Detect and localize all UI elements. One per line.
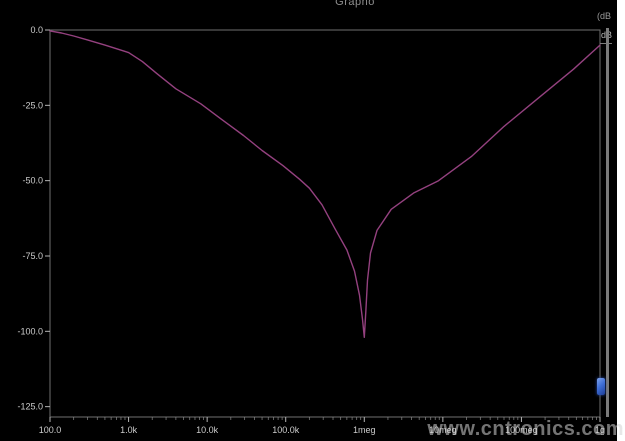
y-axis-label: -75.0 <box>22 251 43 261</box>
gain-curve <box>50 31 600 337</box>
x-axis-label: 10.0k <box>196 425 219 435</box>
page: Grapho 0.0-25.0-50.0-75.0-100.0-125.0100… <box>0 0 625 441</box>
y-axis-label: -100.0 <box>17 326 43 336</box>
y-axis-label: -125.0 <box>17 402 43 412</box>
x-axis-label: 100.0k <box>272 425 300 435</box>
x-axis-label: 1meg <box>353 425 376 435</box>
notch-response-plot: 0.0 -25.0 -50.0 -75.0 -100.0 -125.0 100.0 1.0k 1… <box>0 0 625 441</box>
plot-border <box>50 30 600 417</box>
scrollbar[interactable] <box>606 28 609 417</box>
right-axis-unit-paren-label: (dB <box>597 11 611 21</box>
y-axis-label: 0.0 <box>30 25 43 35</box>
watermark: www.cntronics.com <box>427 418 624 441</box>
y-axis-label: -25.0 <box>22 100 43 110</box>
x-axis-label: 100.0 <box>39 425 62 435</box>
cursor-marker-icon[interactable] <box>597 378 605 395</box>
y-axis-label: -50.0 <box>22 176 43 186</box>
x-axis-label: 1.0k <box>120 425 138 435</box>
